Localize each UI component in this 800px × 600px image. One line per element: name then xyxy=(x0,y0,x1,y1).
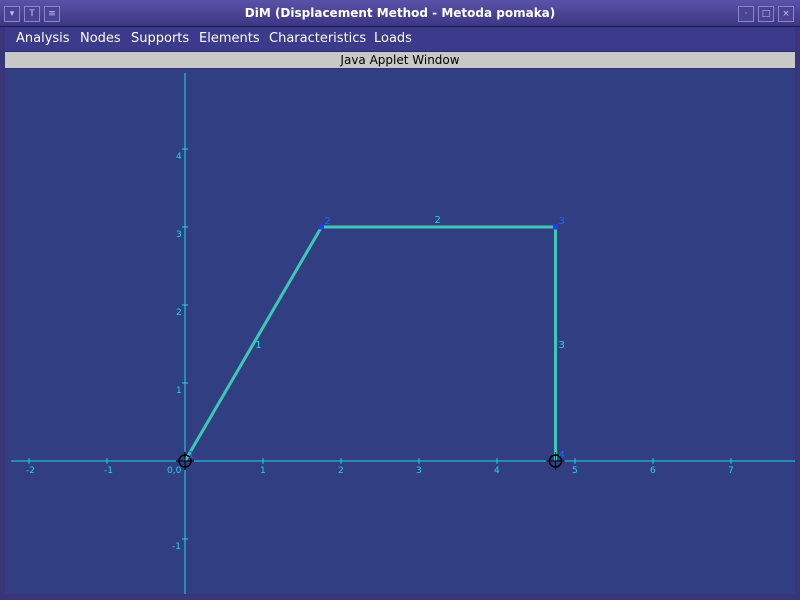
element-label: 2 xyxy=(435,215,441,226)
window-frame-bottom xyxy=(0,594,800,600)
x-tick-label: 0,0 xyxy=(167,466,182,476)
x-tick-label: 7 xyxy=(728,466,734,476)
x-tick-label: 6 xyxy=(650,466,656,476)
structure-plot: -2 -1 0,0 1 2 3 4 5 6 74321-1 123 12 34 xyxy=(11,73,795,594)
menu-elements[interactable]: Elements xyxy=(199,27,260,51)
menu-nodes[interactable]: Nodes xyxy=(80,27,121,51)
node-marker xyxy=(553,224,558,230)
menu-bar: Analysis Nodes Supports Elements Charact… xyxy=(5,27,795,52)
x-tick-label: 2 xyxy=(338,466,344,476)
node-marker xyxy=(319,224,324,230)
structure-canvas[interactable]: -2 -1 0,0 1 2 3 4 5 6 7 4 3 2 1 -1 123 1234 xyxy=(5,69,795,594)
application-window: ▾ T ≡ DiM (Displacement Method - Metoda … xyxy=(0,0,800,600)
menu-loads[interactable]: Loads xyxy=(374,27,412,51)
element-label: 1 xyxy=(255,340,261,351)
x-tick-label: 1 xyxy=(260,466,266,476)
element-label: 3 xyxy=(559,340,565,351)
node-label: 2 xyxy=(325,216,331,227)
x-tick-label: -1 xyxy=(104,466,113,476)
close-button[interactable]: × xyxy=(778,6,794,22)
minimize-button[interactable]: · xyxy=(738,6,754,22)
x-tick-label: 5 xyxy=(572,466,578,476)
node-label: 3 xyxy=(559,216,565,227)
y-tick-label: 1 xyxy=(176,386,182,396)
x-tick-label: 3 xyxy=(416,466,422,476)
node-label: 1 xyxy=(188,450,194,461)
menu-analysis[interactable]: Analysis xyxy=(16,27,70,51)
menu-characteristics[interactable]: Characteristics xyxy=(269,27,366,51)
y-tick-label: 2 xyxy=(176,308,182,318)
title-bar[interactable]: ▾ T ≡ DiM (Displacement Method - Metoda … xyxy=(0,0,800,27)
y-tick-label: 4 xyxy=(176,152,182,162)
y-tick-label: -1 xyxy=(172,542,181,552)
y-tick-label: 3 xyxy=(176,230,182,240)
element-1 xyxy=(183,226,323,462)
maximize-button[interactable]: □ xyxy=(758,6,774,22)
menu-supports[interactable]: Supports xyxy=(131,27,189,51)
node-label: 4 xyxy=(559,450,565,461)
window-title: DiM (Displacement Method - Metoda pomaka… xyxy=(244,6,556,20)
applet-window-label: Java Applet Window xyxy=(5,52,795,68)
x-tick-label: 4 xyxy=(494,466,500,476)
x-tick-label: -2 xyxy=(26,466,35,476)
